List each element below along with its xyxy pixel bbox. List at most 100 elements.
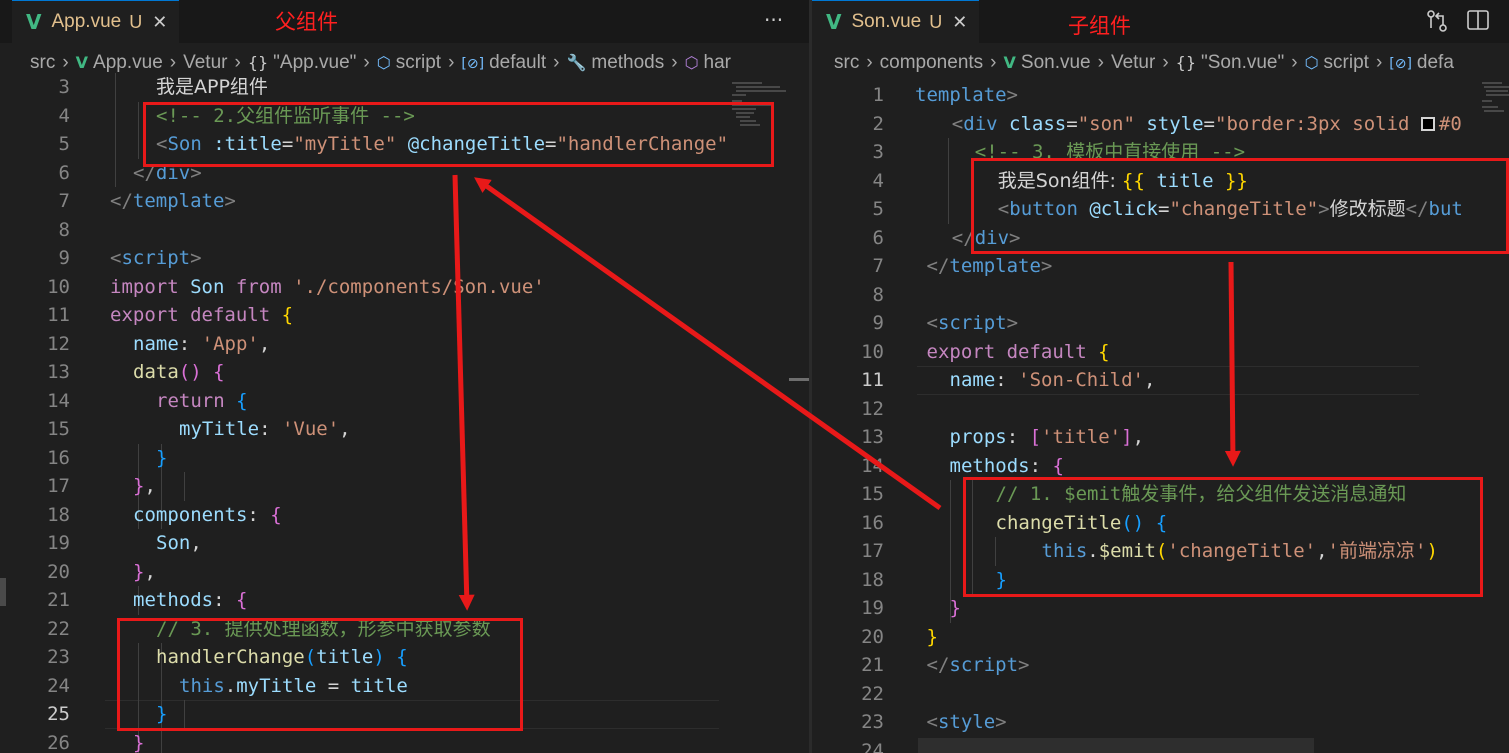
token: , xyxy=(1132,426,1145,448)
token: 'Son-Child' xyxy=(1018,369,1144,391)
breadcrumb-item[interactable]: {} "App.vue" xyxy=(248,52,357,74)
code-line[interactable]: 19} xyxy=(812,594,1509,623)
code-line[interactable]: 14 methods: { xyxy=(812,452,1509,481)
code-line[interactable]: 9 <script> xyxy=(812,309,1509,338)
code-line[interactable]: 10 export default { xyxy=(812,338,1509,367)
vue-icon: V xyxy=(826,10,842,34)
breadcrumb-item[interactable]: src xyxy=(834,52,859,74)
token: return xyxy=(156,389,225,412)
code-text: } xyxy=(133,729,144,753)
code-line[interactable]: 21 </script> xyxy=(812,651,1509,680)
token: : xyxy=(178,332,202,355)
code-line[interactable]: 18 components: { xyxy=(0,500,809,529)
activity-marker xyxy=(0,578,6,606)
code-line[interactable]: 15 myTitle: 'Vue', xyxy=(0,415,809,444)
code-line[interactable]: 16} xyxy=(0,443,809,472)
code-line[interactable]: 9 <script> xyxy=(0,244,809,273)
tab-app-vue[interactable]: V App.vue U ✕ xyxy=(12,0,180,43)
tab-son-vue[interactable]: V Son.vue U ✕ xyxy=(812,0,980,43)
code-line[interactable]: 20} xyxy=(812,623,1509,652)
code-text: export default { xyxy=(110,301,293,330)
breadcrumb-label: "App.vue" xyxy=(273,52,357,73)
line-number: 20 xyxy=(861,625,884,648)
code-line[interactable]: 21 methods: { xyxy=(0,586,809,615)
split-editor-icon[interactable] xyxy=(1466,8,1490,37)
breadcrumb-label: "Son.vue" xyxy=(1201,52,1285,73)
breadcrumb-item[interactable]: ⬡ har xyxy=(685,52,731,74)
breadcrumb-item[interactable]: V App.vue xyxy=(76,52,163,74)
token: > xyxy=(995,711,1007,733)
code-line[interactable]: 17}, xyxy=(0,472,809,501)
code-line[interactable]: 8 xyxy=(812,281,1509,310)
code-line[interactable]: 7 </template> xyxy=(0,187,809,216)
breadcrumb-item[interactable]: src xyxy=(30,52,55,74)
line-number: 8 xyxy=(872,283,884,306)
code-line[interactable]: 8 xyxy=(0,216,809,245)
breadcrumb-item[interactable]: V Son.vue xyxy=(1004,52,1091,74)
line-number: 26 xyxy=(47,731,70,753)
code-line[interactable]: 13 data() { xyxy=(0,358,809,387)
line-number: 21 xyxy=(861,654,884,676)
code-text: }, xyxy=(133,558,156,587)
code-text: </script> xyxy=(927,651,1030,680)
breadcrumb-item[interactable]: ⬡ script xyxy=(1305,52,1369,74)
code-line[interactable]: 22 xyxy=(812,680,1509,709)
line-number: 9 xyxy=(872,312,884,334)
code-line[interactable]: 2 <div class="son" style="border:3px soli… xyxy=(812,110,1509,139)
breadcrumb-item[interactable]: {} "Son.vue" xyxy=(1176,52,1285,74)
line-number: 7 xyxy=(58,190,70,212)
token: > xyxy=(1040,255,1053,277)
code-line[interactable]: 11 name: 'Son-Child', xyxy=(812,366,1509,395)
more-actions-icon[interactable]: ··· xyxy=(764,8,783,32)
line-number: 13 xyxy=(47,361,70,383)
chevron-right-icon: › xyxy=(1375,52,1383,73)
token: default xyxy=(1006,340,1087,363)
untracked-badge: U xyxy=(929,11,943,32)
code-line[interactable]: 1 template> xyxy=(812,81,1509,110)
code-line[interactable]: 20}, xyxy=(0,558,809,587)
code-line[interactable]: 12 name: 'App', xyxy=(0,330,809,359)
breadcrumb-item[interactable]: components xyxy=(880,52,984,74)
code-text: <style> xyxy=(927,708,1007,737)
code-line[interactable]: 23 <style> xyxy=(812,708,1509,737)
breadcrumb-item[interactable]: [⊘] defa xyxy=(1389,52,1454,74)
code-line[interactable]: 11 export default { xyxy=(0,301,809,330)
close-icon[interactable]: ✕ xyxy=(952,12,967,33)
line-number: 8 xyxy=(58,218,70,241)
token: : xyxy=(259,418,282,440)
breadcrumb-item[interactable]: 🔧 methods xyxy=(566,52,664,74)
close-icon[interactable]: ✕ xyxy=(152,12,167,33)
line-number: 17 xyxy=(47,475,70,497)
breadcrumb-item[interactable]: Vetur xyxy=(1111,52,1155,74)
scrollbar-thumb[interactable] xyxy=(789,378,809,381)
horizontal-scrollbar[interactable] xyxy=(918,738,1314,753)
code-line[interactable]: 26} xyxy=(0,728,809,753)
token: { xyxy=(213,361,225,383)
code-line[interactable]: 7 </template> xyxy=(812,252,1509,281)
code-line[interactable]: 12 xyxy=(812,395,1509,424)
token: export xyxy=(110,304,179,326)
token: class xyxy=(1009,112,1067,135)
breadcrumb-item[interactable]: [⊘] default xyxy=(461,52,546,74)
code-line[interactable]: 10 import Son from './components/Son.vue' xyxy=(0,273,809,302)
code-text: name: 'Son-Child', xyxy=(950,366,1156,395)
code-line[interactable]: 13 props: ['title'], xyxy=(812,423,1509,452)
line-number: 25 xyxy=(47,703,70,725)
code-text: name: 'App', xyxy=(133,330,270,359)
code-text: template> xyxy=(915,81,1018,110)
code-line[interactable]: 14 return { xyxy=(0,387,809,416)
code-line[interactable]: 3 我是APP组件 xyxy=(0,73,809,102)
code-line[interactable]: 19 Son, xyxy=(0,529,809,558)
code-text: myTitle: 'Vue', xyxy=(179,415,351,444)
code-text: <script> xyxy=(110,244,202,273)
token: data xyxy=(133,361,179,383)
breadcrumb-item[interactable]: Vetur xyxy=(183,52,227,74)
wrench-icon: 🔧 xyxy=(566,53,587,72)
breadcrumb-item[interactable]: ⬡ script xyxy=(377,52,441,74)
token: style xyxy=(1146,112,1204,135)
minimap[interactable] xyxy=(1480,80,1509,135)
compare-changes-icon[interactable] xyxy=(1424,8,1450,39)
